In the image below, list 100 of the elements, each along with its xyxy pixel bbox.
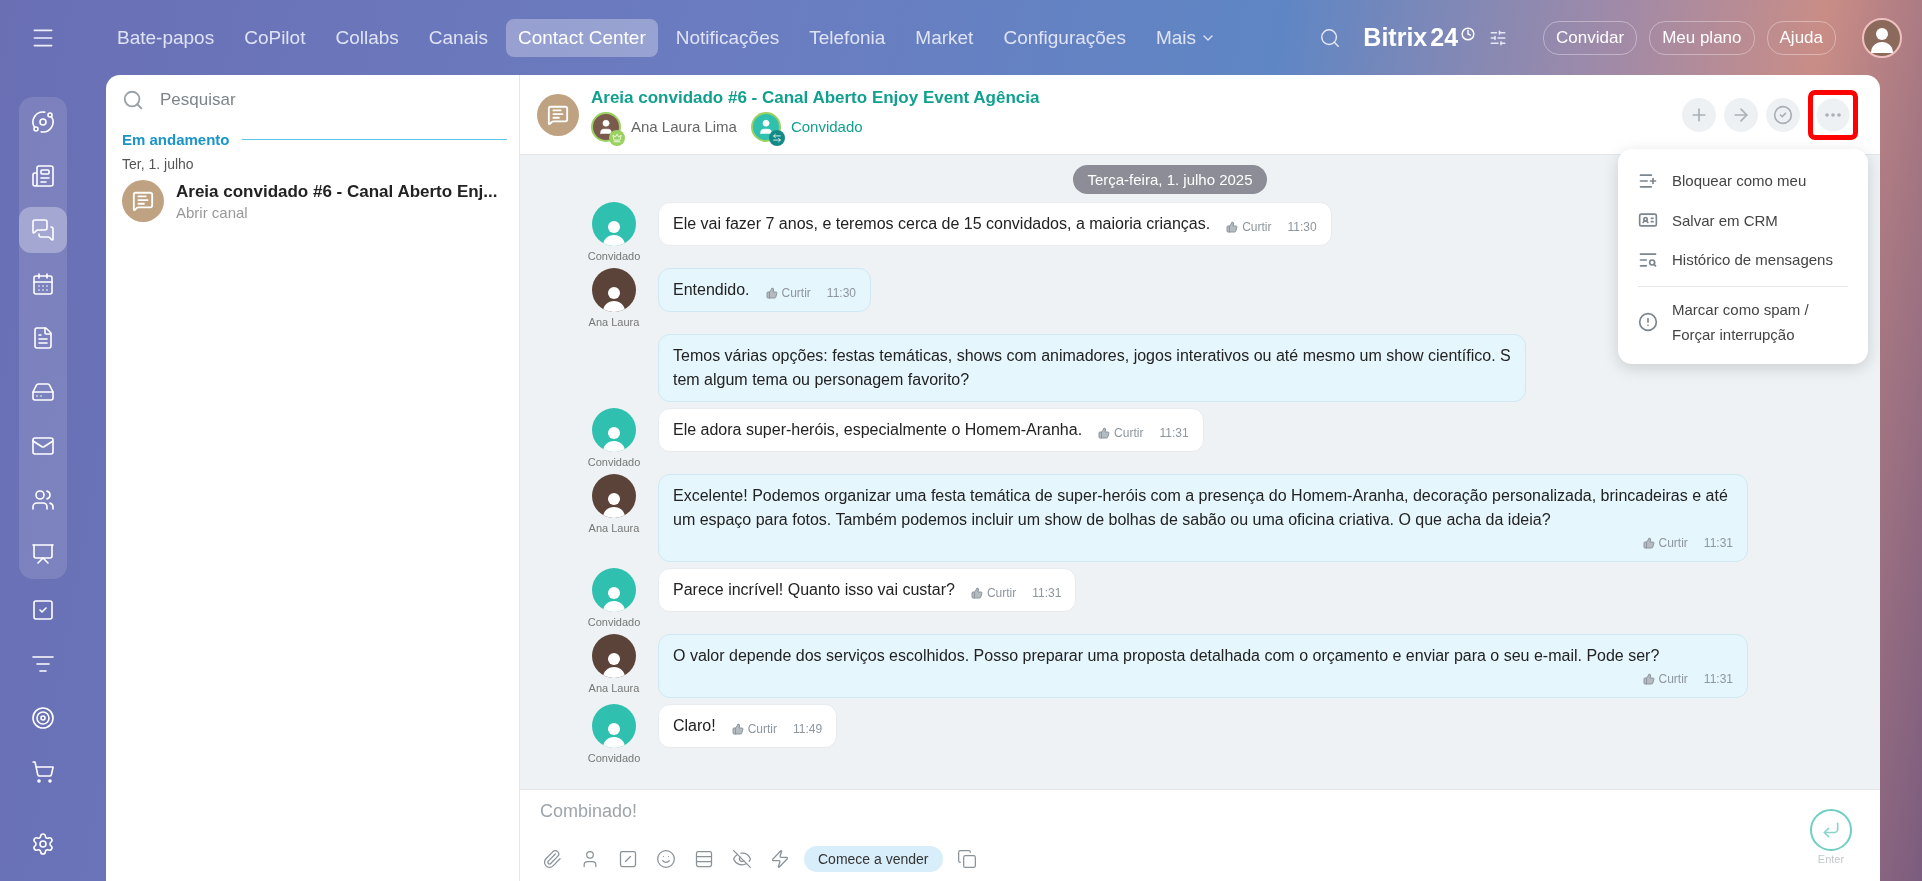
nav-tab[interactable]: Configurações xyxy=(991,18,1138,57)
nav-tab[interactable]: Canais xyxy=(416,18,500,57)
send-hint: Enter xyxy=(1817,852,1845,865)
section-title: Em andamento xyxy=(122,131,230,148)
newspaper-icon xyxy=(30,164,55,188)
like-button[interactable]: Curtir xyxy=(1642,670,1688,688)
more-button[interactable] xyxy=(1808,89,1858,140)
person-icon xyxy=(597,117,615,136)
forward-button[interactable] xyxy=(1724,97,1758,132)
chat-title: Areia convidado #6 - Canal Aberto Enjoy Event Agência xyxy=(591,87,1041,108)
like-button[interactable]: Curtir xyxy=(1098,424,1144,442)
like-button[interactable]: Curtir xyxy=(970,584,1017,602)
like-button[interactable]: Curtir xyxy=(1226,218,1272,236)
header-button[interactable]: Ajuda xyxy=(1766,20,1836,55)
member-name: Convidado xyxy=(790,118,863,135)
date-pill: Terça-feira, 1. julho 2025 xyxy=(1073,165,1267,194)
calendar-icon xyxy=(30,272,55,296)
chat-subtitle: Abrir canal xyxy=(176,203,249,221)
header-button[interactable]: Meu plano xyxy=(1649,20,1755,55)
date-label: Ter, 1. julho xyxy=(122,156,195,172)
like-button[interactable]: Curtir xyxy=(731,720,778,738)
author-name: Convidado xyxy=(587,616,641,628)
message-time: 11:31 xyxy=(1703,671,1733,688)
send-button[interactable] xyxy=(1810,808,1852,851)
thumbs-up-icon xyxy=(1642,673,1655,685)
nav-tab[interactable]: Mais xyxy=(1143,18,1229,57)
chat-list-item[interactable]: Areia convidado #6 - Canal Aberto Enj... Abrir canal xyxy=(122,172,519,230)
author-name: Ana Laura xyxy=(588,682,640,694)
nav-tab[interactable]: Notificações xyxy=(663,18,792,57)
more-icon xyxy=(1825,112,1841,117)
rail-item[interactable] xyxy=(18,207,67,253)
thumbs-up-icon xyxy=(1642,537,1655,549)
rows-icon xyxy=(694,849,714,869)
message-time: 11:31 xyxy=(1159,425,1189,442)
message-text: Parece incrível! Quanto isso vai custar? xyxy=(673,580,955,600)
thumbs-up-icon xyxy=(1226,221,1239,233)
sell-button[interactable]: Comece a vender xyxy=(804,846,943,872)
thumbs-up-icon xyxy=(765,287,778,299)
menu-item[interactable]: Bloquear como meu xyxy=(1618,161,1868,201)
message-time: 11:31 xyxy=(1032,585,1062,602)
like-button[interactable]: Curtir xyxy=(765,284,811,302)
target-icon xyxy=(30,706,55,730)
drive-icon xyxy=(30,380,55,404)
cart-icon xyxy=(30,760,55,784)
message-icon xyxy=(132,190,154,212)
thumbs-up-icon xyxy=(970,587,983,599)
sliders-icon[interactable] xyxy=(1489,28,1508,47)
author-name: Ana Laura xyxy=(588,522,640,534)
message-text: Ele adora super-heróis, especialmente o Homem-Aranha. xyxy=(673,420,1083,440)
logo: Bitrix24 xyxy=(1363,23,1476,52)
thumbs-up-icon xyxy=(1098,427,1111,439)
settings-icon xyxy=(30,832,55,856)
checkbox-icon xyxy=(30,598,55,622)
message-time: 11:49 xyxy=(793,721,823,738)
author-name: Convidado xyxy=(587,456,641,468)
menu-item[interactable]: Marcar como spam / Forçar interrupção xyxy=(1638,285,1848,352)
menu-item[interactable]: Salvar em CRM xyxy=(1618,200,1868,240)
orbit-icon xyxy=(30,110,55,134)
mail-icon xyxy=(30,434,55,458)
message-text: Excelente! Podemos organizar uma festa temática de super-heróis com a presença do Homem-Aranha, decoração personalizada, brincadeiras e até um espaço para fotos. Também podemos incluir um show de bolhas de sabão ou uma oficina criativa. O que acha da ideia? xyxy=(673,486,1729,530)
search-icon[interactable] xyxy=(1319,26,1342,49)
menu-item[interactable]: Histórico de mensagens xyxy=(1618,240,1868,280)
author-name: Convidado xyxy=(587,250,641,262)
nav-tab[interactable]: CoPilot xyxy=(232,18,318,57)
chat-bubbles-icon xyxy=(30,218,55,242)
header-button[interactable]: Convidar xyxy=(1543,20,1638,55)
thumbs-up-icon xyxy=(731,723,744,735)
author-name: Convidado xyxy=(587,752,641,764)
nav-tab[interactable]: Bate-papos xyxy=(105,18,227,57)
message-text: O valor depende dos serviços escolhidos. Posso preparar uma proposta detalhada com o orçamento e enviar para o seu e-mail. Pode ser? xyxy=(673,646,1660,666)
windows-icon xyxy=(956,849,977,869)
message-time: 11:30 xyxy=(826,285,856,302)
alert-icon xyxy=(1638,312,1658,332)
message-text: Ele vai fazer 7 anos, e teremos cerca de 15 convidados, a maioria crianças. xyxy=(673,214,1211,234)
check-circle-icon xyxy=(1773,104,1793,125)
message-time: 11:31 xyxy=(1703,535,1733,552)
search-field[interactable]: Pesquisar xyxy=(158,89,519,111)
nav-tab[interactable]: Market xyxy=(903,18,986,57)
lightning-icon xyxy=(770,849,790,869)
search-icon xyxy=(122,89,144,111)
message-icon xyxy=(547,103,569,126)
author-name: Ana Laura xyxy=(588,316,640,328)
message-input[interactable]: Combinado! xyxy=(538,800,1810,823)
message-text: Temos várias opções: festas temáticas, shows com animadores, jogos interativos ou até mesmo um show científico. S tem algum tema ou personagem favorito? xyxy=(673,346,1511,390)
nav-tab[interactable]: Collabs xyxy=(323,18,411,57)
finish-button[interactable] xyxy=(1766,97,1800,132)
eye-off-icon xyxy=(732,849,752,869)
message-time: 11:30 xyxy=(1287,219,1317,236)
paperclip-icon xyxy=(542,849,562,869)
nav-tab[interactable]: Telefonia xyxy=(797,18,898,57)
slash-square-icon xyxy=(618,849,638,869)
chat-title: Areia convidado #6 - Canal Aberto Enj... xyxy=(176,181,498,202)
add-button[interactable] xyxy=(1682,97,1716,132)
message-text: Claro! xyxy=(673,716,716,736)
like-button[interactable]: Curtir xyxy=(1642,534,1688,552)
user-avatar[interactable] xyxy=(1862,17,1902,58)
member-name: Ana Laura Lima xyxy=(631,118,737,135)
smile-icon xyxy=(656,849,676,869)
presentation-icon xyxy=(30,542,55,566)
nav-tab[interactable]: Contact Center xyxy=(505,18,658,57)
